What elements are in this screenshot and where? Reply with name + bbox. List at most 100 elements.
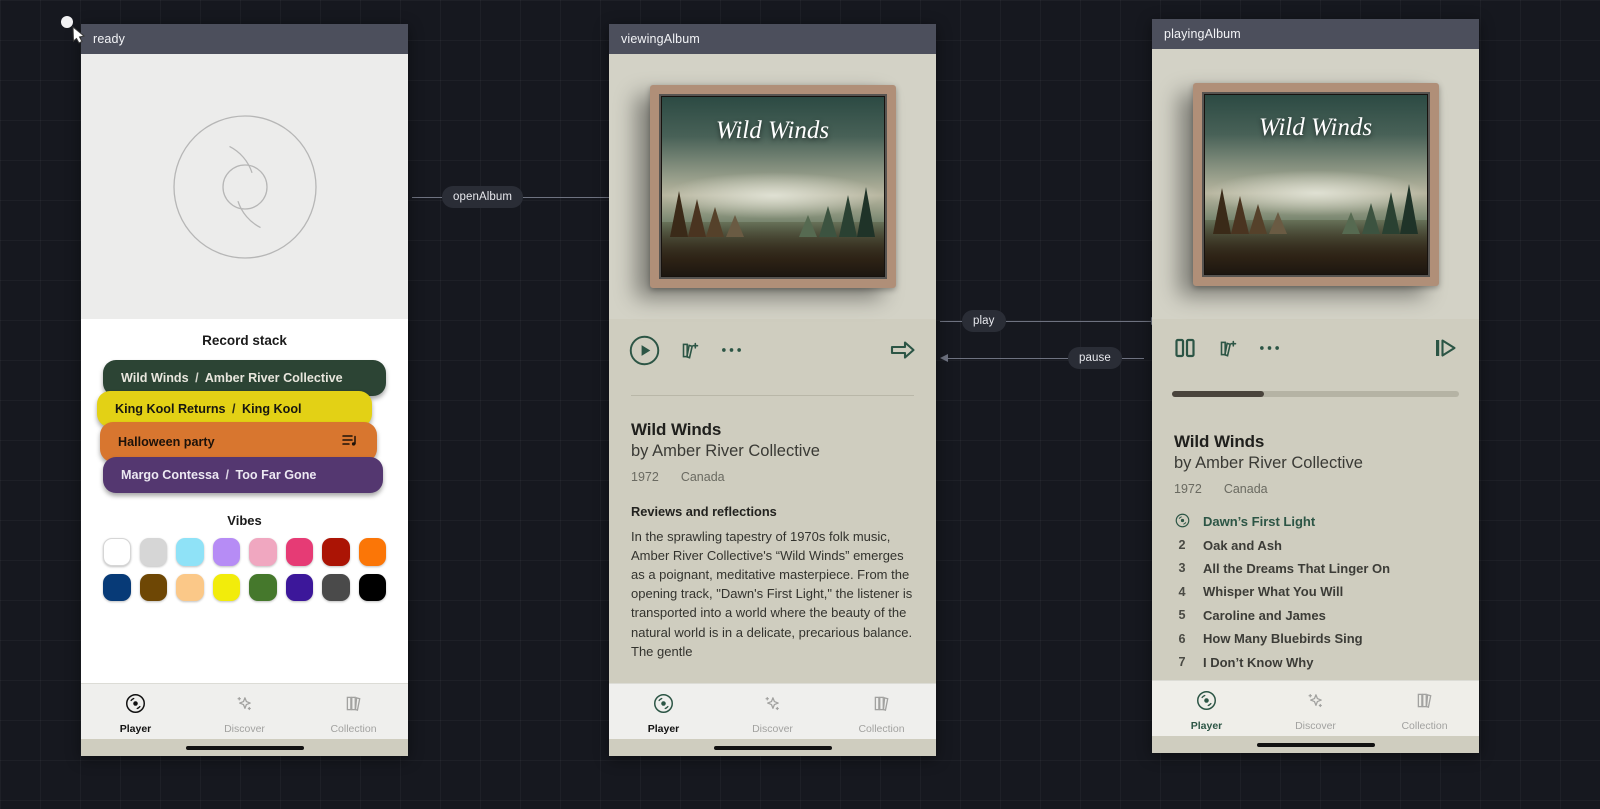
album-cover-title: Wild Winds bbox=[1258, 114, 1373, 142]
edge-line bbox=[1005, 320, 1151, 322]
track-row[interactable]: 7 I Don’t Know Why bbox=[1174, 650, 1457, 673]
tree-shape bbox=[670, 190, 689, 237]
vibe-swatch[interactable] bbox=[249, 573, 277, 601]
vibe-swatch[interactable] bbox=[322, 538, 350, 566]
vibe-swatch[interactable] bbox=[139, 538, 167, 566]
record-title: Wild Winds bbox=[121, 371, 189, 385]
next-button[interactable] bbox=[890, 338, 916, 362]
books-icon bbox=[1414, 690, 1435, 716]
album-cover-title: Wild Winds bbox=[715, 116, 830, 144]
edge-line bbox=[523, 196, 619, 198]
sparkles-icon bbox=[762, 693, 783, 719]
vibe-swatch[interactable] bbox=[358, 573, 386, 601]
tree-shape bbox=[1268, 212, 1287, 235]
track-title: I Don’t Know Why bbox=[1203, 654, 1314, 670]
play-button[interactable] bbox=[629, 335, 660, 366]
track-title: Oak and Ash bbox=[1203, 537, 1282, 553]
disc-icon bbox=[653, 693, 674, 719]
track-row[interactable]: 5 Caroline and James bbox=[1174, 604, 1457, 627]
nav-tab-player[interactable]: Player bbox=[1152, 690, 1261, 732]
nav-tab-player[interactable]: Player bbox=[609, 693, 718, 735]
record-item-2[interactable]: Halloween party bbox=[100, 422, 378, 462]
album-facts: 1972 Canada bbox=[631, 470, 914, 484]
vibe-swatch[interactable] bbox=[322, 573, 350, 601]
album-art-frame[interactable]: Wild Winds bbox=[649, 85, 896, 288]
disc-placeholder-icon bbox=[172, 114, 317, 259]
track-row[interactable]: 2 Oak and Ash bbox=[1174, 533, 1457, 556]
nav-label-player: Player bbox=[1190, 720, 1223, 732]
vibes-heading: Vibes bbox=[227, 513, 262, 528]
edge-open-album: openAlbum bbox=[412, 186, 627, 208]
home-indicator bbox=[713, 746, 832, 750]
record-item-3[interactable]: Margo Contessa / Too Far Gone bbox=[103, 457, 384, 493]
album-artwork: Wild Winds bbox=[658, 94, 887, 279]
record-separator: / bbox=[195, 371, 199, 385]
record-stack: Wild Winds / Amber River Collective King… bbox=[97, 360, 386, 493]
add-to-collection-button[interactable] bbox=[1218, 338, 1239, 359]
nav-tab-collection[interactable]: Collection bbox=[299, 693, 408, 735]
album-meta: Wild Winds by Amber River Collective 197… bbox=[1152, 432, 1479, 496]
more-button[interactable] bbox=[1259, 344, 1280, 352]
album-country: Canada bbox=[1223, 482, 1268, 496]
nav-tab-collection[interactable]: Collection bbox=[1370, 690, 1479, 732]
vibe-swatch[interactable] bbox=[139, 573, 167, 601]
vibe-swatch[interactable] bbox=[212, 573, 240, 601]
playback-progress-bar[interactable] bbox=[1172, 391, 1459, 397]
track-number: 4 bbox=[1178, 584, 1186, 599]
more-button[interactable] bbox=[721, 346, 742, 354]
tree-shape bbox=[1231, 196, 1250, 235]
album-art-frame[interactable]: Wild Winds bbox=[1192, 82, 1439, 286]
tree-shape bbox=[705, 206, 724, 237]
nav-label-player: Player bbox=[647, 723, 680, 735]
record-separator: / bbox=[232, 402, 236, 416]
ready-content: Record stack Wild Winds / Amber River Co… bbox=[81, 319, 408, 683]
track-row[interactable]: Dawn’s First Light bbox=[1174, 510, 1457, 533]
record-label: Wild Winds / Amber River Collective bbox=[121, 371, 343, 385]
home-indicator bbox=[1256, 743, 1375, 747]
nav-tab-discover[interactable]: Discover bbox=[1261, 690, 1370, 732]
track-number: 7 bbox=[1178, 655, 1186, 670]
track-number: 3 bbox=[1178, 561, 1186, 576]
panel-title-playing-album: playingAlbum bbox=[1152, 19, 1479, 49]
track-row[interactable]: 4 Whisper What You Will bbox=[1174, 580, 1457, 603]
vibe-swatch[interactable] bbox=[249, 538, 277, 566]
nav-tab-player[interactable]: Player bbox=[81, 693, 190, 735]
nav-tab-discover[interactable]: Discover bbox=[718, 693, 827, 735]
vibe-swatch[interactable] bbox=[358, 538, 386, 566]
album-controls bbox=[609, 319, 936, 381]
panel-viewing-album: viewingAlbum Wild Winds Wild Winds by Am… bbox=[609, 24, 936, 756]
pause-button[interactable] bbox=[1172, 335, 1198, 361]
track-row[interactable]: 6 How Many Bluebirds Sing bbox=[1174, 627, 1457, 650]
playlist-icon[interactable] bbox=[342, 433, 359, 451]
vibe-swatch[interactable] bbox=[285, 573, 313, 601]
track-title: Dawn’s First Light bbox=[1203, 514, 1316, 530]
vibe-swatch[interactable] bbox=[103, 538, 131, 566]
vibe-swatch[interactable] bbox=[176, 538, 204, 566]
vibe-swatch[interactable] bbox=[285, 538, 313, 566]
nav-tab-discover[interactable]: Discover bbox=[190, 693, 299, 735]
vibe-swatch[interactable] bbox=[176, 573, 204, 601]
tree-shape bbox=[725, 214, 744, 237]
track-row[interactable]: 3 All the Dreams That Linger On bbox=[1174, 557, 1457, 580]
record-artist: Too Far Gone bbox=[235, 468, 317, 482]
album-year: 1972 bbox=[631, 470, 659, 484]
vibes-swatch-grid bbox=[103, 538, 386, 601]
tree-shape bbox=[798, 214, 817, 237]
vibe-swatch[interactable] bbox=[103, 573, 131, 601]
nav-tab-collection[interactable]: Collection bbox=[827, 693, 936, 735]
tree-shape bbox=[1248, 204, 1267, 235]
nav-label-discover: Discover bbox=[752, 723, 793, 735]
playback-progress-fill bbox=[1172, 391, 1264, 397]
record-title: King Kool Returns bbox=[115, 402, 226, 416]
tree-shape bbox=[856, 186, 875, 237]
next-track-button[interactable] bbox=[1433, 336, 1459, 360]
vibe-swatch[interactable] bbox=[212, 538, 240, 566]
tree-shape bbox=[1213, 188, 1232, 235]
album-title: Wild Winds bbox=[1174, 432, 1265, 451]
album-meta: Wild Winds by Amber River Collective 197… bbox=[609, 420, 936, 484]
record-title: Halloween party bbox=[118, 435, 215, 449]
add-to-collection-button[interactable] bbox=[680, 340, 701, 361]
album-year: 1972 bbox=[1174, 482, 1202, 496]
tree-shape bbox=[1399, 184, 1418, 235]
record-label: Margo Contessa / Too Far Gone bbox=[121, 468, 316, 482]
